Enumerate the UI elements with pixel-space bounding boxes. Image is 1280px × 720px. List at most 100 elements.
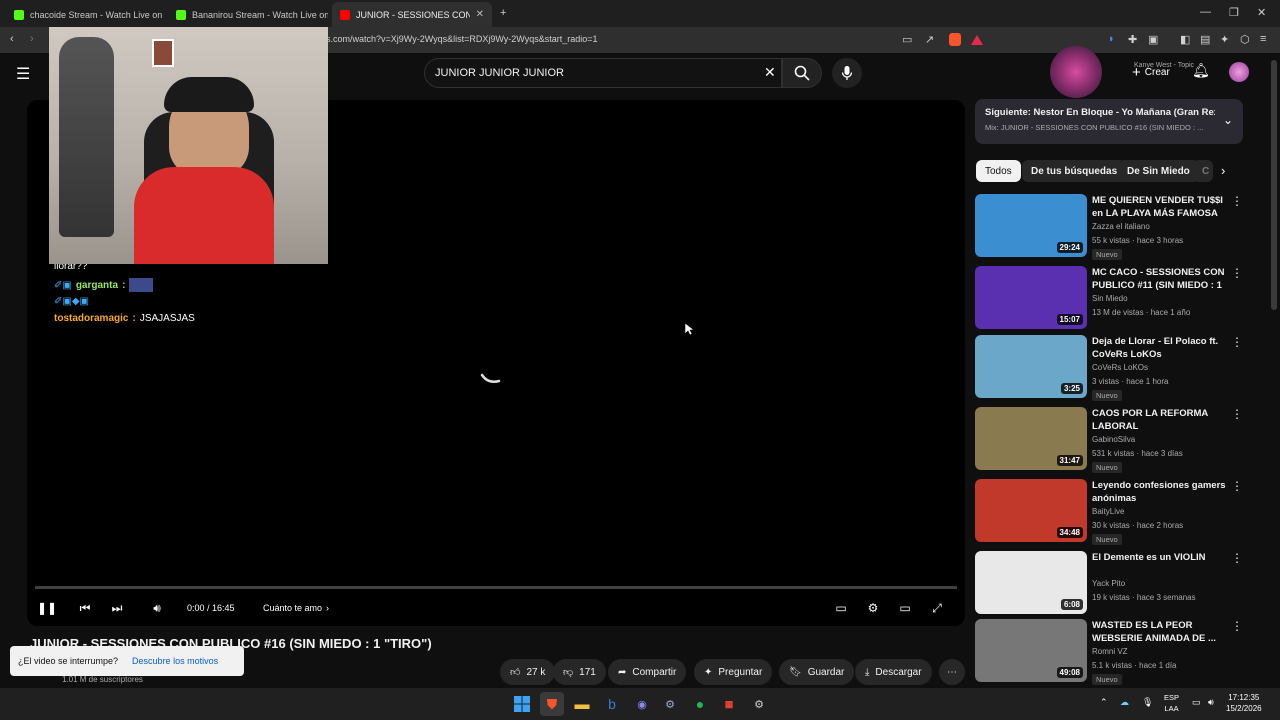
file-explorer-icon[interactable]: ▬ xyxy=(570,692,594,716)
subtitles-icon[interactable]: ▭ xyxy=(831,598,851,618)
url-field[interactable]: s.com/watch?v=Xj9Wy-2Wyqs&list=RDXj9Wy-2… xyxy=(320,30,990,50)
voice-search-button[interactable] xyxy=(832,58,862,88)
chevron-right-icon[interactable]: › xyxy=(1221,163,1225,178)
recommendation-title[interactable]: El Demente es un VIOLIN xyxy=(1092,551,1232,564)
progress-bar[interactable] xyxy=(35,586,957,589)
recommendation-title[interactable]: Deja de Llorar - El Polaco ft. CoVeRs Lo… xyxy=(1092,335,1232,361)
brave-shield-icon[interactable] xyxy=(949,33,961,46)
brave-rewards-icon[interactable] xyxy=(971,35,983,45)
recommendation-card[interactable]: 6:08 El Demente es un VIOLIN Yack Pito 19 k… xyxy=(975,551,1245,617)
more-vertical-icon[interactable]: ⋮ xyxy=(1231,407,1243,421)
chip-partial[interactable]: C xyxy=(1193,160,1213,182)
share-button[interactable]: ➦ Compartir xyxy=(608,659,687,685)
channel-name[interactable]: Yack Pito xyxy=(1092,579,1125,588)
notifications-bell-icon[interactable]: 🔔︎ xyxy=(1192,62,1210,79)
windows-start-icon[interactable] xyxy=(510,692,534,716)
back-icon[interactable]: ‹ xyxy=(10,33,14,45)
recommendation-card[interactable]: 29:24 ME QUIEREN VENDER TU$$I en LA PLAYA… xyxy=(975,194,1245,260)
chevron-down-icon[interactable]: ⌄ xyxy=(1223,113,1233,127)
new-tab-button[interactable]: + xyxy=(500,7,506,19)
tray-volume-icon[interactable]: 🔊︎ xyxy=(1208,697,1214,708)
app-icon[interactable]: ▦ xyxy=(717,692,741,716)
save-button[interactable]: 🔖︎ Guardar xyxy=(779,659,855,685)
tab-chacoide[interactable]: chacoide Stream - Watch Live on ✕ xyxy=(6,2,162,27)
more-actions-button[interactable]: ⋯ xyxy=(939,659,965,685)
create-button[interactable]: + Crear xyxy=(1124,60,1178,84)
wallet-icon[interactable]: ▤ xyxy=(1200,33,1210,46)
volume-icon[interactable]: 🔊︎ xyxy=(147,598,167,618)
search-input[interactable]: JUNIOR JUNIOR JUNIOR xyxy=(424,58,782,88)
chip-de-tus-busquedas[interactable]: De tus búsquedas xyxy=(1022,160,1127,182)
download-button[interactable]: ⤓ Descargar xyxy=(855,659,932,685)
sidebar-icon[interactable]: ◧ xyxy=(1180,33,1190,46)
chapter-button[interactable]: Cuánto te amo › xyxy=(263,603,329,613)
language-indicator[interactable]: ESP LAA xyxy=(1164,692,1179,714)
previous-icon[interactable]: ⏮︎ xyxy=(75,598,95,618)
spotify-icon[interactable]: ● xyxy=(688,692,712,716)
tab-bananirou[interactable]: Bananirou Stream - Watch Live on ✕ xyxy=(168,2,328,27)
channel-name[interactable]: Sin Miedo xyxy=(1092,294,1128,303)
close-window-icon[interactable]: ✕ xyxy=(1257,6,1266,19)
recommendation-card[interactable]: 49:08 WASTED ES LA PEOR WEBSERIE ANIMADA … xyxy=(975,619,1245,685)
mini-player-disc[interactable] xyxy=(1050,46,1102,98)
minimize-icon[interactable]: — xyxy=(1200,6,1211,18)
video-thumbnail[interactable]: 29:24 xyxy=(975,194,1087,257)
more-vertical-icon[interactable]: ⋮ xyxy=(1231,335,1243,349)
ask-button[interactable]: ✦ Preguntar xyxy=(694,659,773,685)
bing-icon[interactable]: b xyxy=(600,692,624,716)
vpn-icon[interactable]: ⬡ xyxy=(1240,33,1250,46)
bookmark-icon[interactable]: ▣ xyxy=(1148,33,1158,46)
channel-name[interactable]: GabinoSilva xyxy=(1092,435,1135,444)
theater-mode-icon[interactable]: ▭ xyxy=(895,598,915,618)
more-vertical-icon[interactable]: ⋮ xyxy=(1231,194,1243,208)
channel-name[interactable]: Zazza el italiano xyxy=(1092,222,1150,231)
tray-microphone-icon[interactable]: 🎙︎ xyxy=(1142,697,1153,708)
tray-chevron-up-icon[interactable]: ⌃ xyxy=(1100,697,1108,708)
leo-icon[interactable]: ✦ xyxy=(1220,33,1229,46)
recommendation-title[interactable]: ME QUIEREN VENDER TU$$I en LA PLAYA MÁS … xyxy=(1092,194,1232,220)
learn-why-link[interactable]: Descubre los motivos xyxy=(132,656,218,666)
dislike-button[interactable]: 👎︎ 171 xyxy=(553,659,606,685)
more-vertical-icon[interactable]: ⋮ xyxy=(1231,619,1243,633)
settings-gear-icon[interactable]: ⚙︎ xyxy=(863,598,883,618)
recommendation-title[interactable]: Leyendo confesiones gamers anónimas xyxy=(1092,479,1232,505)
video-thumbnail[interactable]: 31:47 xyxy=(975,407,1087,470)
video-thumbnail[interactable]: 6:08 xyxy=(975,551,1087,614)
video-thumbnail[interactable]: 15:07 xyxy=(975,266,1087,329)
recommendation-title[interactable]: MC CACO - SESSIONES CON PUBLICO #11 (SIN… xyxy=(1092,266,1232,292)
tray-display-icon[interactable]: ▭ xyxy=(1192,697,1201,708)
close-tab-icon[interactable]: ✕ xyxy=(470,9,484,20)
more-vertical-icon[interactable]: ⋮ xyxy=(1231,551,1243,565)
page-scrollbar[interactable] xyxy=(1271,60,1277,310)
cast-icon[interactable]: ▭ xyxy=(902,33,912,46)
channel-name[interactable]: Romni VZ xyxy=(1092,647,1128,656)
share-icon[interactable]: ↗ xyxy=(925,33,934,46)
tray-cloud-icon[interactable]: ☁︎ xyxy=(1120,697,1129,708)
recommendation-card[interactable]: 15:07 MC CACO - SESSIONES CON PUBLICO #11… xyxy=(975,266,1245,332)
up-next-panel[interactable]: Siguiente: Nestor En Bloque - Yo Mañana … xyxy=(975,99,1243,144)
clear-search-icon[interactable]: ✕ xyxy=(764,64,776,81)
settings-app-icon[interactable]: ⚙︎ xyxy=(747,692,771,716)
pause-icon[interactable]: ❚❚ xyxy=(37,598,57,618)
channel-name[interactable]: BaityLive xyxy=(1092,507,1124,516)
steam-icon[interactable]: ⚙︎ xyxy=(658,692,682,716)
video-thumbnail[interactable]: 49:08 xyxy=(975,619,1087,682)
next-icon[interactable]: ⏭︎ xyxy=(107,598,127,618)
recommendation-title[interactable]: WASTED ES LA PEOR WEBSERIE ANIMADA DE ..… xyxy=(1092,619,1232,645)
maximize-icon[interactable]: ❐ xyxy=(1229,6,1239,19)
fullscreen-icon[interactable]: ⤢ xyxy=(927,598,947,618)
chip-de-sin-miedo[interactable]: De Sin Miedo xyxy=(1118,160,1199,182)
video-thumbnail[interactable]: 3:25 xyxy=(975,335,1087,398)
menu-icon[interactable]: ≡ xyxy=(1260,33,1266,45)
avatar[interactable] xyxy=(1229,62,1249,82)
discord-icon[interactable]: ◉ xyxy=(630,692,654,716)
search-button[interactable] xyxy=(782,58,822,88)
extension-icon[interactable]: ◗ xyxy=(1108,33,1115,45)
brave-browser-icon[interactable]: ⛊ xyxy=(540,692,564,716)
puzzle-icon[interactable]: ✚ xyxy=(1128,33,1137,46)
recommendation-card[interactable]: 31:47 CAOS POR LA REFORMA LABORAL GabinoSi… xyxy=(975,407,1245,473)
recommendation-card[interactable]: 3:25 Deja de Llorar - El Polaco ft. CoVeR… xyxy=(975,335,1245,401)
more-vertical-icon[interactable]: ⋮ xyxy=(1231,479,1243,493)
chip-todos[interactable]: Todos xyxy=(976,160,1021,182)
video-thumbnail[interactable]: 34:48 xyxy=(975,479,1087,542)
